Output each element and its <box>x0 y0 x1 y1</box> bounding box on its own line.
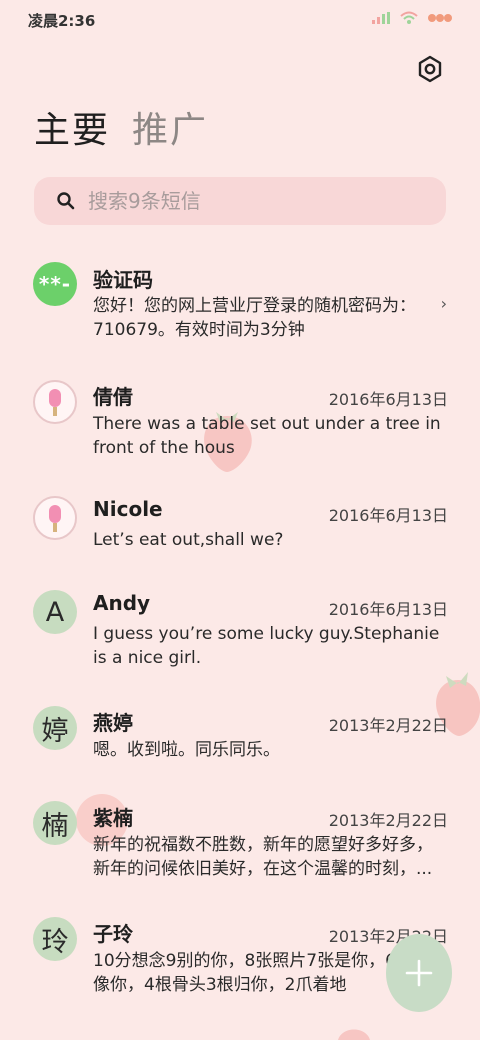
avatar: 婷 <box>33 706 77 750</box>
message-preview: There was a table set out under a tree i… <box>93 414 441 458</box>
message-item[interactable]: 倩倩 2016年6月13日 There was a table set out … <box>0 372 480 468</box>
search-icon <box>57 192 75 210</box>
message-date: 2016年6月13日 <box>328 390 448 409</box>
message-item[interactable]: **- 验证码 您好！您的网上营业厅登录的随机密码为：710679。有效时间为3… <box>0 256 480 352</box>
sender-name: 子玲 <box>93 922 133 946</box>
search-bar[interactable] <box>34 177 446 225</box>
message-preview: 您好！您的网上营业厅登录的随机密码为：710679。有效时间为3分钟 <box>93 296 416 340</box>
sender-name: 紫楠 <box>93 806 133 830</box>
message-preview: 新年的祝福数不胜数，新年的愿望好多好多，新年的问候依旧美好，在这个温馨的时刻，.… <box>93 835 433 879</box>
message-preview: Let’s eat out,shall we? <box>93 530 284 550</box>
avatar: 玲 <box>33 917 77 961</box>
avatar: A <box>33 590 77 634</box>
message-date: 2013年2月22日 <box>328 811 448 830</box>
status-time: 凌晨2:36 <box>28 12 96 30</box>
chevron-right-icon: › <box>440 294 447 313</box>
avatar: **- <box>33 262 77 306</box>
sender-name: 燕婷 <box>93 711 133 735</box>
message-item[interactable]: Nicole 2016年6月13日 Let’s eat out,shall we… <box>0 488 480 568</box>
messages-screen: 凌晨2:36 主要 推广 搜索9条短信 **- 验证码 您好！您的网上营业厅登录… <box>0 0 480 1040</box>
message-preview: I guess you’re some lucky guy.Stephanie … <box>93 624 440 668</box>
message-preview: 嗯。收到啦。同乐同乐。 <box>93 740 280 760</box>
tab-promotions[interactable]: 推广 <box>132 106 208 156</box>
plus-icon <box>405 959 433 987</box>
wifi-icon <box>400 11 418 24</box>
signal-icon <box>372 12 390 24</box>
popsicle-icon <box>49 389 61 416</box>
message-item[interactable]: 楠 紫楠 2013年2月22日 新年的祝福数不胜数，新年的愿望好多好多，新年的问… <box>0 793 480 889</box>
sender-name: 验证码 <box>93 268 153 292</box>
status-icons <box>372 11 452 25</box>
avatar: 楠 <box>33 801 77 845</box>
avatar <box>33 380 77 424</box>
message-date: 2016年6月13日 <box>328 600 448 619</box>
sender-name: Andy <box>93 591 151 615</box>
message-item[interactable]: 婷 燕婷 2013年2月22日 嗯。收到啦。同乐同乐。 <box>0 698 480 778</box>
status-bar: 凌晨2:36 <box>0 0 480 40</box>
search-input[interactable] <box>88 189 408 213</box>
popsicle-icon <box>49 505 61 532</box>
tab-primary[interactable]: 主要 <box>34 106 110 156</box>
message-date: 2016年6月13日 <box>328 506 448 525</box>
sender-name: Nicole <box>93 497 163 521</box>
avatar <box>33 496 77 540</box>
tab-bar: 主要 推广 <box>34 106 208 156</box>
message-date: 2013年2月22日 <box>328 716 448 735</box>
battery-icon <box>428 14 452 22</box>
compose-button[interactable] <box>386 934 452 1012</box>
message-item[interactable]: A Andy 2016年6月13日 I guess you’re some lu… <box>0 582 480 678</box>
sender-name: 倩倩 <box>93 385 133 409</box>
gear-icon[interactable] <box>416 55 444 83</box>
strawberry-decoration-icon <box>338 1029 370 1040</box>
